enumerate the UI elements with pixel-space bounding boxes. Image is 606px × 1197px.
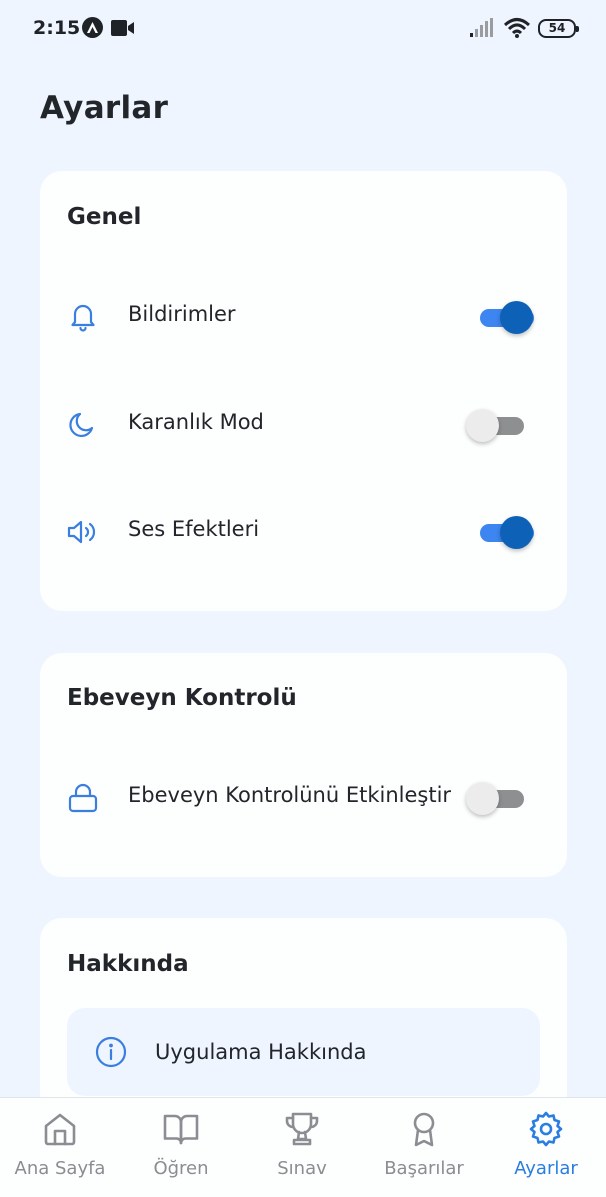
gear-icon: [527, 1110, 565, 1148]
nav-home[interactable]: Ana Sayfa: [0, 1098, 120, 1197]
sound-effects-toggle[interactable]: [478, 515, 534, 549]
nav-exam[interactable]: Sınav: [242, 1098, 362, 1197]
sound-effects-label: Ses Efektleri: [128, 517, 260, 541]
trophy-icon: [283, 1110, 321, 1148]
nav-home-label: Ana Sayfa: [14, 1158, 106, 1179]
dark-mode-toggle[interactable]: [466, 408, 524, 442]
bell-icon: [66, 300, 100, 334]
wifi-icon: [503, 17, 531, 43]
nav-exam-label: Sınav: [277, 1158, 327, 1179]
lock-icon: [66, 781, 100, 815]
about-section-title: Hakkında: [67, 951, 189, 977]
parental-control-card: Ebeveyn Kontrolü Ebeveyn Kontrolünü Etki…: [40, 653, 567, 877]
nav-settings-label: Ayarlar: [514, 1158, 578, 1179]
status-time: 2:15: [33, 17, 81, 39]
general-section-title: Genel: [67, 204, 142, 230]
bottom-navigation: Ana Sayfa Öğren Sınav Başarılar Ayarlar: [0, 1097, 606, 1197]
nav-settings[interactable]: Ayarlar: [486, 1098, 606, 1197]
parental-control-label: Ebeveyn Kontrolünü Etkinleştir: [128, 783, 452, 807]
video-camera-icon: [111, 19, 135, 41]
about-card: Hakkında Uygulama Hakkında: [40, 918, 567, 1118]
parental-control-row[interactable]: Ebeveyn Kontrolünü Etkinleştir: [40, 766, 567, 826]
notifications-toggle[interactable]: [478, 300, 534, 334]
nav-learn[interactable]: Öğren: [121, 1098, 241, 1197]
notifications-row[interactable]: Bildirimler: [40, 285, 567, 345]
speaker-icon: [66, 515, 100, 549]
sound-effects-row[interactable]: Ses Efektleri: [40, 500, 567, 560]
parental-section-title: Ebeveyn Kontrolü: [67, 685, 297, 711]
parental-control-toggle[interactable]: [466, 781, 524, 815]
nav-learn-label: Öğren: [153, 1158, 209, 1179]
battery-indicator: 54: [538, 19, 579, 38]
app-notification-icon: [82, 17, 103, 38]
award-icon: [405, 1110, 443, 1148]
about-app-label: Uygulama Hakkında: [155, 1040, 367, 1064]
nav-achievements[interactable]: Başarılar: [364, 1098, 484, 1197]
dark-mode-row[interactable]: Karanlık Mod: [40, 393, 567, 453]
info-icon: [94, 1035, 128, 1069]
moon-icon: [66, 408, 100, 442]
notifications-label: Bildirimler: [128, 302, 236, 326]
book-icon: [162, 1110, 200, 1148]
general-settings-card: Genel Bildirimler Karanlık Mod Ses Efekt…: [40, 171, 567, 611]
about-app-row[interactable]: Uygulama Hakkında: [67, 1008, 540, 1096]
page-title: Ayarlar: [40, 90, 169, 126]
home-icon: [41, 1110, 79, 1148]
dark-mode-label: Karanlık Mod: [128, 410, 264, 434]
signal-icon: [470, 18, 494, 42]
nav-achievements-label: Başarılar: [384, 1158, 464, 1179]
status-bar: 2:15 54: [0, 0, 606, 58]
